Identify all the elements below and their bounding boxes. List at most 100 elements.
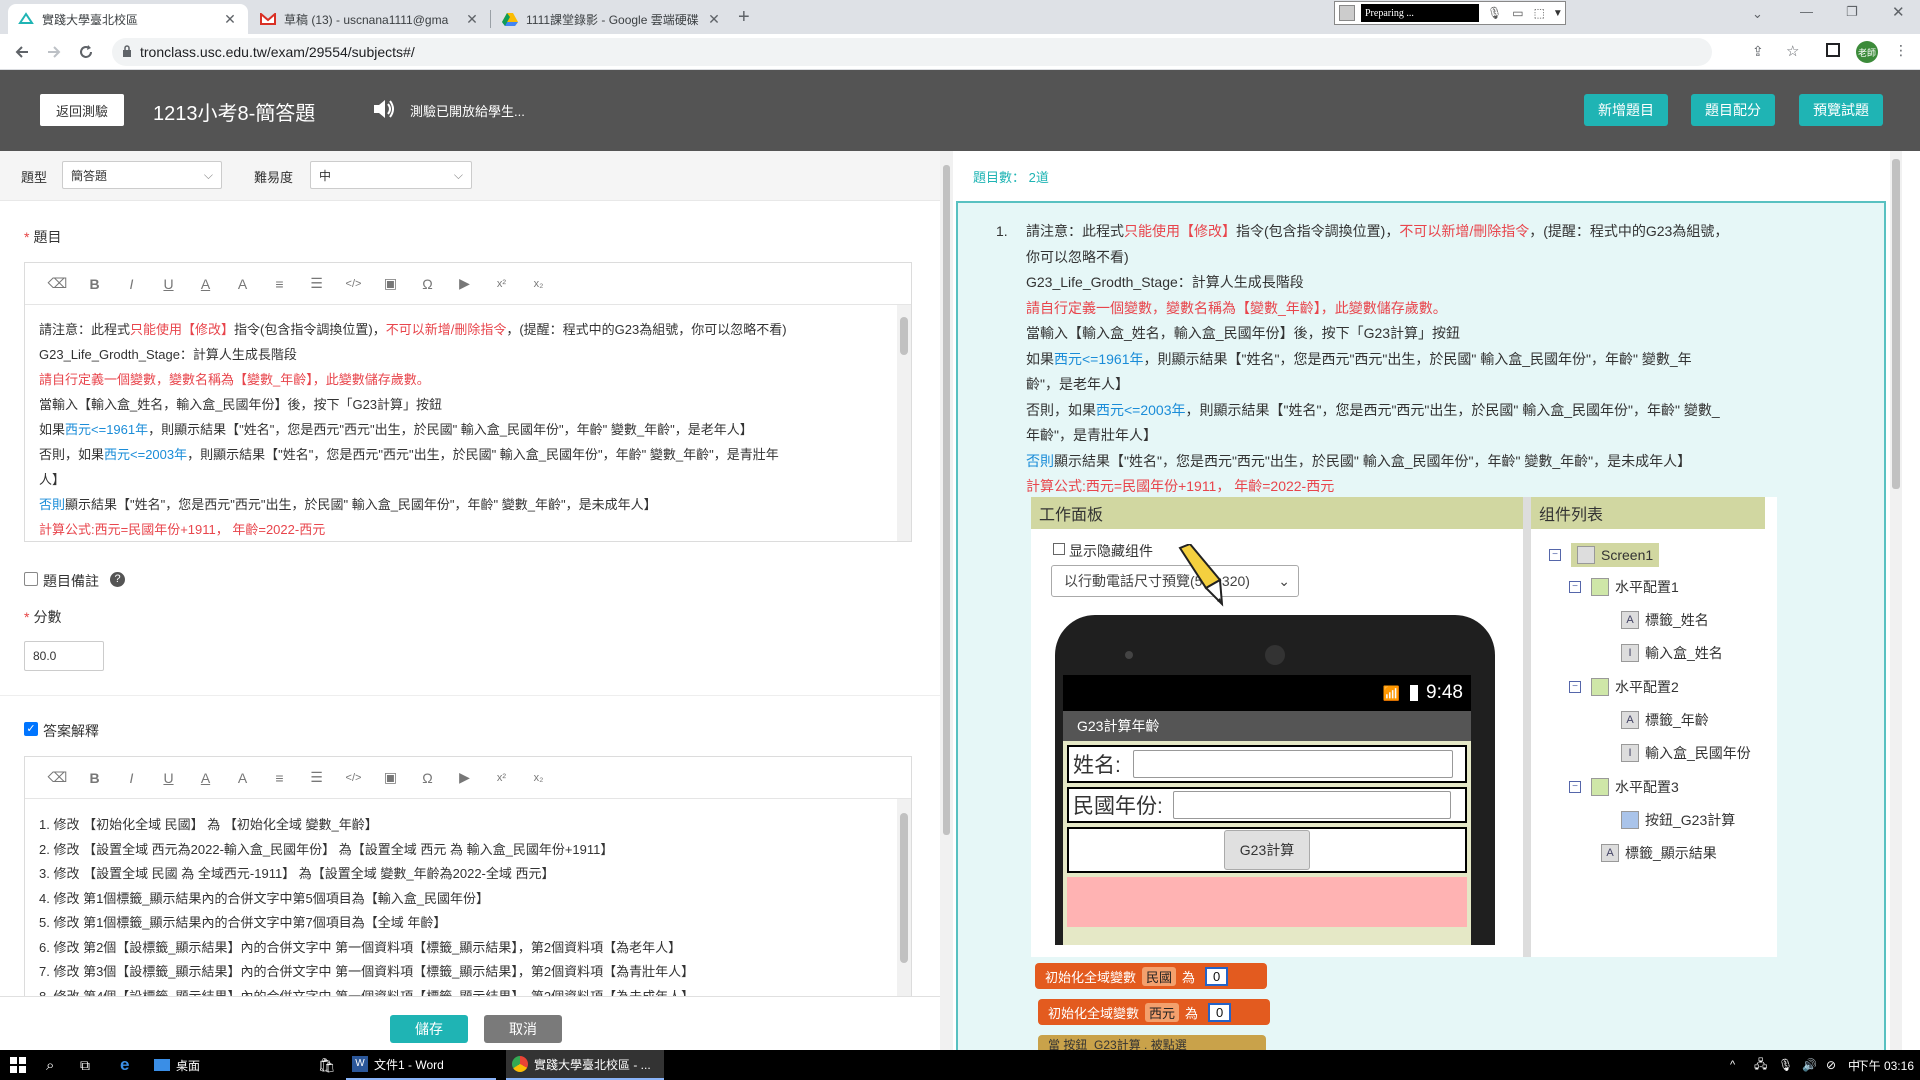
image-icon[interactable]: ▣: [372, 769, 409, 786]
close-tab-icon[interactable]: ✕: [706, 11, 722, 28]
tab-usc[interactable]: 實踐大學臺北校區 ✕: [8, 4, 248, 34]
mic-tray-icon[interactable]: 🎙: [1778, 1050, 1793, 1080]
show-hidden-checkbox[interactable]: [1053, 543, 1065, 555]
tray-chevron-icon[interactable]: ^: [1730, 1050, 1735, 1080]
stop-icon[interactable]: ⊘: [1826, 1050, 1836, 1080]
bold-icon[interactable]: B: [76, 276, 113, 292]
subscript-icon[interactable]: x₂: [520, 772, 557, 784]
close-window-icon[interactable]: ✕: [1892, 3, 1905, 21]
underline-icon[interactable]: U: [150, 276, 187, 292]
explanation-text[interactable]: 1. 修改 【初始化全域 民國】 為 【初始化全域 變數_年齡】 2. 修改 【設…: [25, 799, 911, 997]
superscript-icon[interactable]: x²: [483, 278, 520, 290]
back-arrow-icon[interactable]: [10, 40, 34, 64]
explanation-scrollbar[interactable]: [897, 799, 911, 997]
score-distribution-button[interactable]: 題目配分: [1691, 94, 1775, 126]
tab-drive[interactable]: 1111課堂錄影 - Google 雲端硬碟 ✕: [492, 4, 732, 34]
tab-search-icon[interactable]: ⌄: [1752, 6, 1763, 22]
preview-exam-button[interactable]: 預覽試題: [1799, 94, 1883, 126]
tree-item-textbox-year[interactable]: I 輸入盒_民國年份: [1621, 743, 1751, 763]
more-menu-icon[interactable]: ⋮: [1894, 42, 1908, 59]
code-icon[interactable]: </>: [335, 772, 372, 784]
record-square-icon[interactable]: [1339, 5, 1355, 21]
explanation-rich-editor[interactable]: ⌫ B I U A A ≡ ☰ </> ▣ Ω ▶ x² x₂ 1. 修改 【初…: [24, 756, 912, 997]
back-to-exam-button[interactable]: 返回測驗: [40, 94, 124, 126]
tree-item-button-calc[interactable]: 按鈕_G23計算: [1621, 810, 1735, 830]
eraser-icon[interactable]: ⌫: [39, 275, 76, 292]
address-bar[interactable]: tronclass.usc.edu.tw/exam/29554/subjects…: [112, 38, 1712, 66]
restore-icon[interactable]: ❐: [1846, 4, 1858, 20]
question-rich-editor[interactable]: ⌫ B I U A A ≡ ☰ </> ▣ Ω ▶ x² x₂ 請注意：此程式只…: [24, 262, 912, 542]
difficulty-select[interactable]: 中 ⌵: [310, 161, 472, 189]
bullet-list-icon[interactable]: ☰: [298, 275, 335, 292]
tree-item-screen1[interactable]: − Screen1: [1549, 543, 1660, 567]
image-icon[interactable]: ▣: [372, 275, 409, 292]
ordered-list-icon[interactable]: ≡: [261, 276, 298, 292]
video-icon[interactable]: ▶: [446, 275, 483, 292]
omega-icon[interactable]: Ω: [409, 770, 446, 786]
cancel-button[interactable]: 取消: [484, 1015, 562, 1043]
tree-item-hlayout3[interactable]: − 水平配置3: [1569, 777, 1679, 797]
ordered-list-icon[interactable]: ≡: [261, 770, 298, 786]
type-select[interactable]: 簡答題 ⌵: [62, 161, 222, 189]
tree-item-label-result[interactable]: A 標籤_顯示結果: [1601, 843, 1717, 863]
code-icon[interactable]: </>: [335, 278, 372, 290]
score-input[interactable]: 80.0: [24, 641, 104, 671]
video-icon[interactable]: ▶: [446, 769, 483, 786]
left-panel-scrollbar[interactable]: [940, 151, 953, 1050]
minimize-icon[interactable]: —: [1800, 4, 1813, 19]
volume-icon[interactable]: 🔊: [1802, 1050, 1817, 1080]
superscript-icon[interactable]: x²: [483, 772, 520, 784]
search-icon[interactable]: ⌕: [46, 1050, 54, 1080]
tab-gmail[interactable]: 草稿 (13) - uscnana1111@gma ✕: [250, 4, 490, 34]
edge-icon[interactable]: e: [120, 1050, 129, 1080]
new-tab-icon[interactable]: +: [738, 6, 750, 29]
side-panel-icon[interactable]: [1826, 43, 1840, 57]
explanation-checkbox[interactable]: ✓: [24, 722, 38, 736]
taskbar-word[interactable]: W 文件1 - Word: [346, 1050, 496, 1080]
reload-icon[interactable]: [74, 40, 98, 64]
taskbar-desktop[interactable]: 桌面: [154, 1050, 200, 1080]
store-icon[interactable]: 🛍: [318, 1050, 336, 1080]
calc-button[interactable]: G23計算: [1224, 830, 1310, 870]
dropdown-arrow-icon[interactable]: ▼: [1553, 8, 1563, 19]
font-color-icon[interactable]: A: [187, 770, 224, 786]
remark-checkbox[interactable]: [24, 572, 38, 586]
microphone-icon[interactable]: 🎙: [1487, 6, 1502, 20]
tree-item-hlayout2[interactable]: − 水平配置2: [1569, 677, 1679, 697]
preview-size-select[interactable]: 以行動電話尺寸預覽(505,320) ⌄: [1051, 565, 1299, 597]
year-textbox[interactable]: [1172, 791, 1451, 819]
add-question-button[interactable]: 新增題目: [1584, 94, 1668, 126]
tree-item-hlayout1[interactable]: − 水平配置1: [1569, 577, 1679, 597]
bold-icon[interactable]: B: [76, 770, 113, 786]
close-tab-icon[interactable]: ✕: [222, 11, 238, 28]
italic-icon[interactable]: I: [113, 276, 150, 292]
underline-icon[interactable]: U: [150, 770, 187, 786]
font-color-icon[interactable]: A: [187, 276, 224, 292]
camera-icon[interactable]: ▭: [1512, 6, 1523, 20]
tree-item-label-age[interactable]: A 標籤_年齡: [1621, 710, 1709, 730]
font-size-icon[interactable]: A: [224, 276, 261, 292]
font-size-icon[interactable]: A: [224, 770, 261, 786]
bullet-list-icon[interactable]: ☰: [298, 769, 335, 786]
tree-item-textbox-name[interactable]: I 輸入盒_姓名: [1621, 643, 1723, 663]
tree-item-label-name[interactable]: A 標籤_姓名: [1621, 610, 1709, 630]
question-text[interactable]: 請注意：此程式只能使用【修改】指令(包含指令調換位置)，不可以新增/刪除指令，(…: [25, 305, 911, 541]
share-icon[interactable]: ⇪: [1752, 43, 1764, 60]
omega-icon[interactable]: Ω: [409, 276, 446, 292]
save-button[interactable]: 儲存: [390, 1015, 468, 1043]
name-textbox[interactable]: [1132, 750, 1453, 778]
network-icon[interactable]: 🖧: [1754, 1050, 1767, 1080]
help-icon[interactable]: ?: [110, 572, 125, 587]
forward-arrow-icon[interactable]: [42, 40, 66, 64]
right-panel-scrollbar[interactable]: [1890, 151, 1902, 1050]
italic-icon[interactable]: I: [113, 770, 150, 786]
windows-start-icon[interactable]: [10, 1050, 26, 1080]
task-view-icon[interactable]: ⧉: [80, 1050, 90, 1080]
close-tab-icon[interactable]: ✕: [464, 11, 480, 28]
profile-avatar[interactable]: 老師: [1856, 41, 1878, 63]
taskbar-chrome[interactable]: 實踐大學臺北校區 - ...: [506, 1050, 664, 1080]
editor-scrollbar[interactable]: [897, 305, 911, 541]
bookmark-star-icon[interactable]: ☆: [1786, 42, 1799, 60]
subscript-icon[interactable]: x₂: [520, 278, 557, 290]
eraser-icon[interactable]: ⌫: [39, 769, 76, 786]
